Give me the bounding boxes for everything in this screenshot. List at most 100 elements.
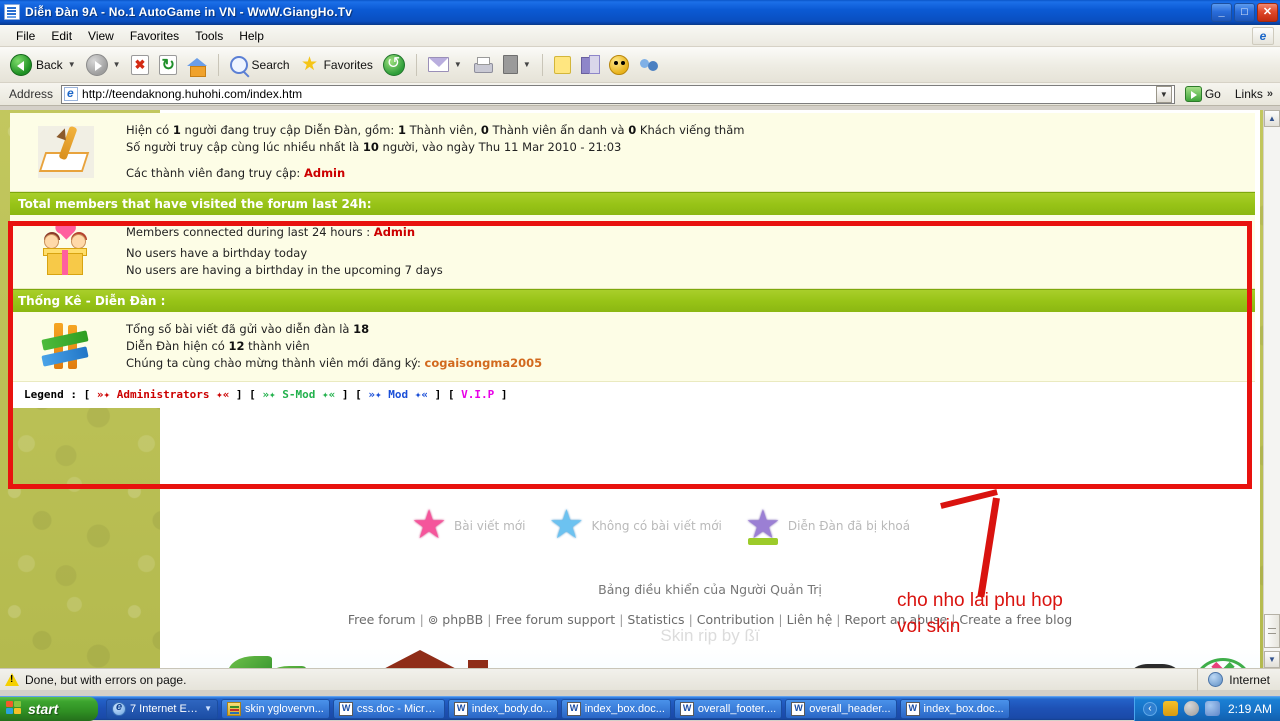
newest-member-link[interactable]: cogaisongma2005 [425, 356, 543, 370]
connected-user-link[interactable]: Admin [374, 225, 415, 239]
star-icon: ★ [301, 53, 319, 75]
page-favicon-icon [64, 86, 79, 101]
online-text-cell: Hiện có 1 người đang truy cập Diễn Đàn, … [122, 113, 1255, 191]
home-button[interactable] [183, 53, 211, 77]
total-posts-line: Tổng số bài viết đã gửi vào diễn đàn là … [126, 321, 1255, 338]
menu-item-view[interactable]: View [80, 27, 122, 45]
research-icon [580, 55, 600, 74]
print-button[interactable] [468, 54, 497, 75]
forum-statistics-block: Hiện có 1 người đang truy cập Diễn Đàn, … [10, 113, 1255, 408]
taskbar-item-skin[interactable]: skin yglovervn... [221, 698, 330, 719]
tray-expand-icon[interactable]: ‹ [1142, 701, 1157, 716]
taskbar-item-css-doc[interactable]: css.doc - Micro... [332, 698, 445, 719]
messenger-tray-icon[interactable] [1204, 701, 1220, 716]
address-dropdown-button[interactable]: ▼ [1155, 85, 1172, 103]
taskbar-item-overall-header[interactable]: overall_header... [785, 698, 897, 719]
online-mid: người đang truy cập Diễn Đàn, gồm: [180, 123, 398, 137]
legend-locked-label: Diễn Đàn đã bị khoá [787, 519, 911, 533]
favorites-button[interactable]: ★ Favorites [296, 53, 377, 77]
address-input[interactable]: http://teendaknong.huhohi.com/index.htm … [61, 84, 1175, 104]
research-button[interactable] [577, 53, 603, 76]
footer-link-statistics[interactable]: Statistics [627, 612, 684, 627]
legend-smod[interactable]: »✦ S-Mod ✦« [262, 388, 335, 401]
annotation-text-line2: voi skin [897, 616, 961, 637]
scroll-down-button[interactable]: ▼ [1264, 651, 1280, 668]
vertical-scrollbar[interactable]: ▲ ▼ [1263, 110, 1280, 668]
history-button[interactable] [379, 52, 409, 78]
word-icon [905, 701, 920, 716]
menu-item-edit[interactable]: Edit [43, 27, 80, 45]
footer-link-free-forum[interactable]: Free forum [348, 612, 416, 627]
taskbar-item-overall-footer[interactable]: overall_footer.... [673, 698, 783, 719]
group-legend: Legend : [ »✦ Administrators ✦« ] [ »✦ S… [10, 382, 1255, 408]
legend-mod[interactable]: »✦ Mod ✦« [368, 388, 428, 401]
menu-item-favorites[interactable]: Favorites [122, 27, 187, 45]
security-shield-icon[interactable] [1162, 701, 1178, 716]
footer-link-contribution[interactable]: Contribution [697, 612, 775, 627]
search-button[interactable]: Search [226, 54, 294, 76]
forum-banner-image: http://yglovervn.com YGlover [180, 648, 1260, 668]
legend-locked: ★ Diễn Đàn đã bị khoá [744, 505, 911, 545]
taskbar-item-index-box-2[interactable]: index_box.doc... [899, 698, 1010, 719]
statistics-icon-cell [10, 312, 122, 381]
yahoo-button[interactable] [605, 53, 633, 77]
taskbar-item-label: index_box.doc... [584, 702, 665, 715]
username-admin-link[interactable]: Admin [304, 166, 345, 180]
taskbar-clock[interactable]: 2:19 AM [1228, 702, 1272, 716]
warning-icon[interactable] [5, 672, 20, 687]
stop-icon [130, 54, 149, 75]
back-button[interactable]: Back ▼ [6, 52, 80, 78]
taskbar-item-index-body[interactable]: index_body.do... [447, 698, 558, 719]
admin-panel-link[interactable]: Bảng điều khiển của Người Quản Trị [160, 582, 1260, 597]
visited-24h-header: Total members that have visited the foru… [10, 192, 1255, 215]
taskbar-item-ie[interactable]: 7 Internet Ex... ▼ [106, 698, 218, 719]
menu-item-file[interactable]: File [8, 27, 43, 45]
start-button[interactable]: start [0, 696, 98, 721]
notes-button[interactable] [550, 54, 575, 76]
search-label: Search [251, 57, 290, 72]
go-button[interactable]: Go [1179, 86, 1227, 102]
footer-link-contact[interactable]: Liên hệ [787, 612, 833, 627]
close-button[interactable]: ✕ [1257, 2, 1278, 22]
peak-users-line: Số người truy cập cùng lúc nhiều nhất là… [126, 139, 1255, 156]
minimize-button[interactable]: _ [1211, 2, 1232, 22]
legend-vip[interactable]: V.I.P [461, 388, 494, 401]
links-button[interactable]: Links » [1231, 87, 1277, 101]
word-icon [453, 701, 468, 716]
scrollbar-track[interactable] [1264, 127, 1280, 651]
footer-link-phpbb[interactable]: ⊚ phpBB [428, 612, 483, 627]
scroll-up-button[interactable]: ▲ [1264, 110, 1280, 127]
links-label: Links [1234, 87, 1263, 101]
scrollbar-thumb[interactable] [1264, 614, 1280, 648]
forward-arrow-icon [85, 53, 108, 76]
legend-new-posts-label: Bài viết mới [454, 519, 526, 533]
taskbar-item-label: 7 Internet Ex... [130, 702, 199, 715]
stop-button[interactable] [127, 53, 153, 77]
posts-pre: Tổng số bài viết đã gửi vào diễn đàn là [126, 322, 354, 336]
yahoo-icon [608, 54, 629, 75]
chevron-down-icon: ▼ [522, 60, 531, 69]
messenger-button[interactable] [635, 53, 664, 77]
edit-button[interactable]: ▼ [499, 53, 535, 76]
maximize-button[interactable]: □ [1234, 2, 1255, 22]
menu-item-tools[interactable]: Tools [187, 27, 231, 45]
legend-no-new-posts-label: Không có bài viết mới [591, 519, 722, 533]
status-bar: Done, but with errors on page. Internet [0, 668, 1280, 691]
footer-link-support[interactable]: Free forum support [495, 612, 615, 627]
forward-button[interactable]: ▼ [82, 52, 125, 78]
legend-administrators[interactable]: »✦ Administrators ✦« [97, 388, 229, 401]
taskbar-item-index-box-1[interactable]: index_box.doc... [560, 698, 671, 719]
mail-button[interactable]: ▼ [424, 55, 466, 74]
status-zone-text: Internet [1229, 672, 1270, 687]
address-bar: Address http://teendaknong.huhohi.com/in… [0, 83, 1280, 106]
connected-label: Members connected during last 24 hours : [126, 225, 374, 239]
newest-pre: Chúng ta cùng chào mừng thành viên mới đ… [126, 356, 425, 370]
word-icon [679, 701, 694, 716]
online-icon-cell [10, 113, 122, 191]
legend-no-new-posts: ★ Không có bài viết mới [547, 505, 722, 545]
window-title-bar: Diễn Đàn 9A - No.1 AutoGame in VN - WwW.… [0, 0, 1280, 25]
tray-icon-generic[interactable] [1183, 701, 1199, 716]
refresh-button[interactable] [155, 53, 181, 77]
menu-item-help[interactable]: Help [231, 27, 272, 45]
taskbar: start 7 Internet Ex... ▼ skin yglovervn.… [0, 696, 1280, 721]
